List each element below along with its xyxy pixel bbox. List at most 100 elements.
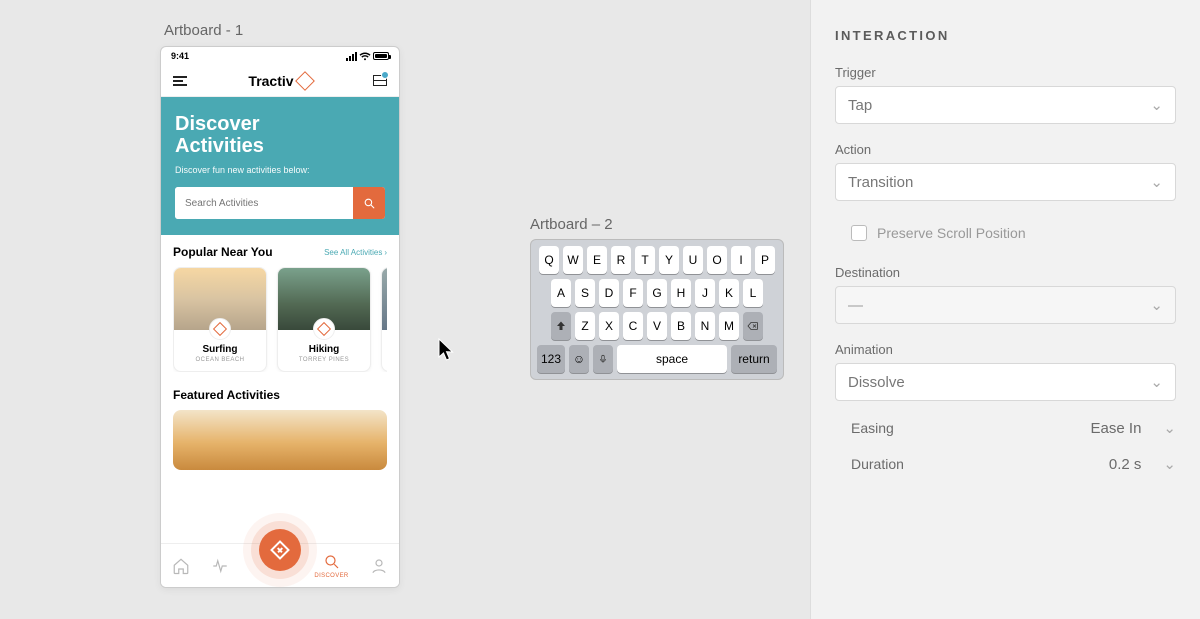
logo-icon bbox=[295, 71, 315, 91]
panel-heading: INTERACTION bbox=[835, 28, 1176, 43]
key-j[interactable]: J bbox=[695, 279, 715, 307]
hero-subtitle: Discover fun new activities below: bbox=[175, 165, 385, 175]
artboard2-label: Artboard – 2 bbox=[530, 216, 613, 233]
hero-banner: DiscoverActivities Discover fun new acti… bbox=[161, 97, 399, 235]
key-k[interactable]: K bbox=[719, 279, 739, 307]
user-icon bbox=[370, 557, 388, 575]
key-v[interactable]: V bbox=[647, 312, 667, 340]
search-button[interactable] bbox=[353, 187, 385, 219]
key-x[interactable]: X bbox=[599, 312, 619, 340]
backspace-key[interactable] bbox=[743, 312, 763, 340]
key-d[interactable]: D bbox=[599, 279, 619, 307]
preserve-scroll-label: Preserve Scroll Position bbox=[877, 225, 1026, 241]
chevron-down-icon: ⌄ bbox=[1150, 373, 1163, 391]
key-t[interactable]: T bbox=[635, 246, 655, 274]
activity-card[interactable] bbox=[381, 267, 387, 372]
key-m[interactable]: M bbox=[719, 312, 739, 340]
key-y[interactable]: Y bbox=[659, 246, 679, 274]
cursor-icon bbox=[438, 338, 456, 362]
featured-image[interactable] bbox=[173, 410, 387, 470]
card-badge-icon bbox=[313, 318, 335, 340]
hero-title: DiscoverActivities bbox=[175, 113, 385, 157]
mic-key[interactable] bbox=[593, 345, 613, 373]
wifi-icon bbox=[359, 52, 371, 61]
chevron-right-icon: › bbox=[384, 248, 387, 257]
signal-icon bbox=[346, 52, 357, 61]
plus-icon bbox=[270, 540, 290, 560]
return-key[interactable]: return bbox=[731, 345, 777, 373]
artboard-2-keyboard[interactable]: QWERTYUOIP ASDFGHJKL ZXCVBNM 123 ☺ space… bbox=[530, 239, 784, 380]
key-c[interactable]: C bbox=[623, 312, 643, 340]
card-badge-icon bbox=[209, 318, 231, 340]
key-o[interactable]: O bbox=[707, 246, 727, 274]
key-g[interactable]: G bbox=[647, 279, 667, 307]
tab-label: DISCOVER bbox=[314, 573, 348, 579]
card-name: Hiking bbox=[282, 344, 366, 355]
chevron-down-icon: ⌄ bbox=[1163, 455, 1176, 473]
inspector-panel: INTERACTION Trigger Tap⌄ Action Transiti… bbox=[810, 0, 1200, 619]
emoji-icon: ☺ bbox=[573, 352, 585, 366]
search-icon bbox=[363, 197, 376, 210]
destination-select[interactable]: —⌄ bbox=[835, 286, 1176, 324]
key-i[interactable]: I bbox=[731, 246, 751, 274]
key-q[interactable]: Q bbox=[539, 246, 559, 274]
key-u[interactable]: U bbox=[683, 246, 703, 274]
search-input[interactable] bbox=[175, 187, 353, 219]
key-b[interactable]: B bbox=[671, 312, 691, 340]
artboard-1-phone[interactable]: 9:41 Tractiv DiscoverActivities Discover… bbox=[160, 46, 400, 588]
activity-card[interactable]: Hiking TORREY PINES bbox=[277, 267, 371, 372]
status-bar: 9:41 bbox=[161, 47, 399, 65]
space-key[interactable]: space bbox=[617, 345, 727, 373]
tab-activity[interactable] bbox=[211, 557, 229, 575]
shift-key[interactable] bbox=[551, 312, 571, 340]
preserve-scroll-checkbox[interactable] bbox=[851, 225, 867, 241]
animation-select[interactable]: Dissolve⌄ bbox=[835, 363, 1176, 401]
key-n[interactable]: N bbox=[695, 312, 715, 340]
action-select[interactable]: Transition⌄ bbox=[835, 163, 1176, 201]
emoji-key[interactable]: ☺ bbox=[569, 345, 589, 373]
animation-label: Animation bbox=[835, 342, 1176, 357]
shift-icon bbox=[555, 320, 567, 332]
chevron-down-icon: ⌄ bbox=[1150, 96, 1163, 114]
key-h[interactable]: H bbox=[671, 279, 691, 307]
key-r[interactable]: R bbox=[611, 246, 631, 274]
app-title: Tractiv bbox=[248, 73, 311, 89]
card-name: Surfing bbox=[178, 344, 262, 355]
key-l[interactable]: L bbox=[743, 279, 763, 307]
activity-card[interactable]: SurfingOCEAN BEACH bbox=[173, 267, 267, 372]
inbox-icon[interactable] bbox=[373, 75, 387, 86]
design-canvas[interactable]: Artboard - 1 Artboard – 2 9:41 Tractiv D… bbox=[0, 0, 810, 619]
app-navbar: Tractiv bbox=[161, 65, 399, 97]
numbers-key[interactable]: 123 bbox=[537, 345, 565, 373]
action-label: Action bbox=[835, 142, 1176, 157]
tab-discover[interactable]: DISCOVER bbox=[314, 553, 348, 579]
fab-add-button[interactable] bbox=[259, 529, 301, 571]
popular-heading: Popular Near You bbox=[173, 245, 273, 259]
duration-select[interactable]: 0.2 s⌄ bbox=[1109, 455, 1176, 473]
trigger-label: Trigger bbox=[835, 65, 1176, 80]
chevron-down-icon: ⌄ bbox=[1163, 419, 1176, 437]
trigger-select[interactable]: Tap⌄ bbox=[835, 86, 1176, 124]
key-w[interactable]: W bbox=[563, 246, 583, 274]
tab-profile[interactable] bbox=[370, 557, 388, 575]
key-a[interactable]: A bbox=[551, 279, 571, 307]
card-location: TORREY PINES bbox=[282, 357, 366, 363]
menu-icon[interactable] bbox=[173, 76, 187, 86]
status-time: 9:41 bbox=[171, 51, 189, 61]
battery-icon bbox=[373, 52, 389, 60]
see-all-link[interactable]: See All Activities› bbox=[324, 248, 387, 257]
key-e[interactable]: E bbox=[587, 246, 607, 274]
backspace-icon bbox=[746, 320, 760, 332]
key-z[interactable]: Z bbox=[575, 312, 595, 340]
key-p[interactable]: P bbox=[755, 246, 775, 274]
chevron-down-icon: ⌄ bbox=[1150, 173, 1163, 191]
key-s[interactable]: S bbox=[575, 279, 595, 307]
easing-select[interactable]: Ease In⌄ bbox=[1091, 419, 1176, 437]
mic-icon bbox=[598, 352, 608, 366]
key-f[interactable]: F bbox=[623, 279, 643, 307]
activity-icon bbox=[211, 557, 229, 575]
destination-label: Destination bbox=[835, 265, 1176, 280]
tab-home[interactable] bbox=[172, 557, 190, 575]
home-icon bbox=[172, 557, 190, 575]
featured-section: Featured Activities bbox=[161, 382, 399, 476]
